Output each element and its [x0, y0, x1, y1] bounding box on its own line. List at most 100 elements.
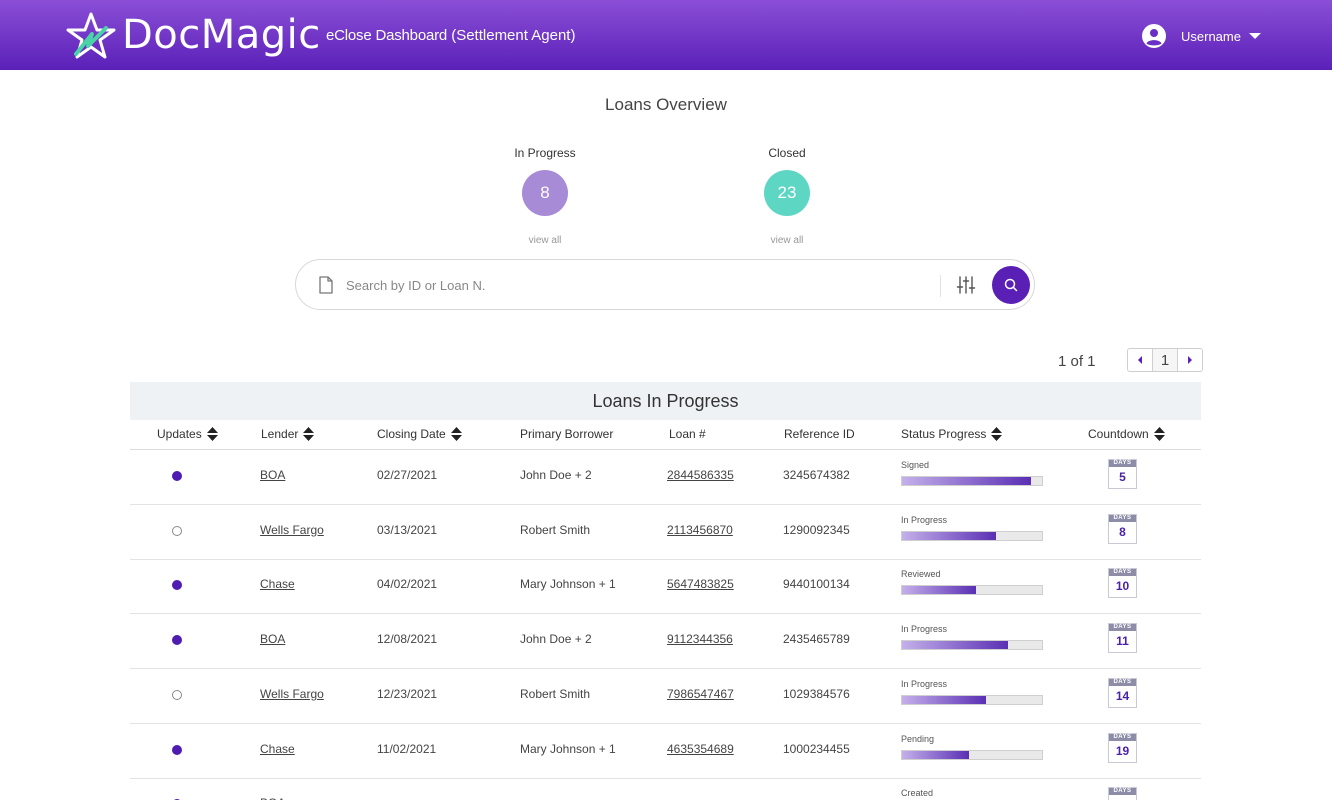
countdown-days-value: 5 [1119, 470, 1126, 484]
status-label: In Progress [901, 514, 948, 525]
countdown-days-label: DAYS [1109, 678, 1136, 686]
view-all-closed-link[interactable]: view all [727, 235, 847, 246]
docmagic-star-logo [66, 12, 116, 59]
lender-link[interactable]: Wells Fargo [260, 687, 324, 701]
column-header-countdown[interactable]: Countdown [1088, 427, 1165, 441]
update-indicator-dot [172, 635, 182, 646]
prev-page-button[interactable] [1128, 349, 1152, 371]
table-row[interactable]: BOA 02/27/2021 John Doe + 2 2844586335 32456… [130, 450, 1201, 505]
status-progress-fill [902, 695, 986, 704]
table-row[interactable]: Chase 04/02/2021 Mary Johnson + 1 564748382… [130, 559, 1201, 615]
loan-number-link[interactable]: 5647483825 [667, 577, 734, 591]
update-indicator-dot [172, 471, 182, 481]
table-title: Loans In Progress [130, 382, 1201, 420]
user-menu[interactable]: Username [1142, 24, 1261, 48]
countdown-days-value: 14 [1115, 688, 1130, 703]
column-header-status-progress[interactable]: Status Progress [901, 427, 1003, 441]
loan-number-link[interactable]: 9112344356 [667, 632, 733, 646]
loans-overview-title: Loans Overview [605, 95, 727, 114]
current-page-number[interactable]: 1 [1152, 349, 1178, 371]
countdown-days-value: 8 [1119, 524, 1126, 539]
reference-id: 1000234455 [783, 741, 850, 756]
column-header-loan-number: Loan # [669, 427, 706, 441]
status-label: Created [901, 788, 934, 799]
search-input[interactable] [346, 272, 906, 298]
closing-date: 03/13/2021 [377, 522, 438, 537]
caret-right-icon [1188, 356, 1192, 364]
sort-icon[interactable] [991, 427, 1003, 441]
table-header-row: Updates Lender Closing Date Primary Borrowe… [130, 420, 1201, 450]
table-row[interactable]: Chase 11/02/2021 Mary Johnson + 1 463535468… [130, 724, 1201, 779]
stat-closed-count: 23 [764, 170, 810, 216]
loan-number-link[interactable]: 2113456870 [667, 523, 733, 537]
next-page-button[interactable] [1178, 349, 1202, 371]
table-row[interactable]: BOA 12/08/2021 John Doe + 2 9112344356 24354… [130, 614, 1201, 670]
search-button[interactable] [992, 266, 1030, 304]
username-label: Username [1181, 28, 1241, 44]
lender-link[interactable]: Wells Fargo [260, 523, 324, 537]
countdown-days-label: DAYS [1109, 733, 1136, 741]
countdown-calendar-icon: DAYS 10 [1108, 568, 1137, 599]
update-indicator-dot [172, 744, 182, 755]
table-row[interactable]: Wells Fargo 03/13/2021 Robert Smith 2113456… [130, 505, 1201, 560]
reference-id: 1029384576 [783, 686, 850, 701]
pagination-controls: 1 [1127, 348, 1203, 372]
column-header-lender[interactable]: Lender [261, 427, 315, 441]
brand-name: DocMagic [122, 12, 321, 58]
table-row[interactable]: BOA Created DAYS [130, 778, 1201, 800]
page-title-role: (Settlement Agent) [447, 27, 576, 44]
primary-borrower: John Doe + 2 [520, 632, 592, 647]
countdown-calendar-icon: DAYS 8 [1108, 513, 1137, 544]
stat-in-progress-label: In Progress [514, 146, 576, 160]
column-header-label: Status Progress [901, 427, 987, 441]
primary-borrower: Mary Johnson + 1 [520, 577, 616, 592]
page-title: eClose Dashboard (Settlement Agent) [326, 27, 575, 44]
lender-link[interactable]: Chase [260, 577, 295, 591]
search-bar [295, 259, 1035, 310]
lender-link[interactable]: BOA [260, 468, 285, 482]
status-progress-bar [901, 749, 1043, 760]
lender-link[interactable]: Chase [260, 742, 295, 756]
no-update-indicator-dot [172, 689, 182, 700]
status-progress-bar [901, 476, 1043, 486]
sort-icon[interactable] [450, 427, 462, 441]
loan-number-link[interactable]: 4635354689 [667, 742, 734, 756]
table-row[interactable]: Wells Fargo 12/23/2021 Robert Smith 7986547… [130, 669, 1201, 724]
sort-icon[interactable] [206, 427, 218, 441]
countdown-days-label: DAYS [1109, 624, 1136, 632]
primary-borrower: Robert Smith [520, 686, 591, 701]
column-header-label: Countdown [1088, 427, 1149, 441]
sort-icon[interactable] [1153, 427, 1165, 441]
status-progress-fill [902, 531, 996, 540]
column-header-closing-date[interactable]: Closing Date [377, 427, 462, 441]
filter-sliders-icon[interactable] [956, 275, 976, 295]
closing-date: 04/02/2021 [377, 577, 438, 592]
loan-number-link[interactable]: 7986547467 [667, 687, 734, 701]
column-header-label: Closing Date [377, 427, 446, 441]
user-avatar-icon [1142, 24, 1166, 48]
chevron-down-icon [1248, 33, 1261, 39]
countdown-days-value: 19 [1115, 743, 1130, 758]
loan-number-link[interactable]: 2844586335 [667, 468, 734, 482]
status-progress-bar [901, 640, 1043, 651]
stat-closed-label: Closed [768, 146, 806, 160]
column-header-label: Reference ID [784, 427, 855, 441]
loans-table: Loans In Progress Updates Lender Closing D… [130, 382, 1201, 800]
primary-borrower: Robert Smith [520, 522, 591, 537]
countdown-calendar-icon: DAYS 14 [1108, 677, 1137, 708]
status-label: In Progress [901, 678, 948, 689]
column-header-label: Updates [157, 427, 202, 441]
stat-closed: Closed 23 view all [727, 146, 847, 246]
status-label: Signed [901, 460, 930, 470]
countdown-calendar-icon: DAYS 19 [1108, 732, 1137, 763]
status-label: Reviewed [901, 569, 941, 580]
sort-icon[interactable] [303, 427, 315, 441]
column-header-updates[interactable]: Updates [157, 427, 218, 441]
status-label: Pending [901, 733, 935, 744]
primary-borrower: John Doe + 2 [520, 468, 592, 482]
lender-link[interactable]: BOA [260, 632, 285, 646]
view-all-in-progress-link[interactable]: view all [485, 235, 605, 246]
lender-link[interactable]: BOA [260, 796, 285, 800]
update-indicator-dot [172, 580, 182, 591]
stat-in-progress: In Progress 8 view all [485, 146, 605, 246]
